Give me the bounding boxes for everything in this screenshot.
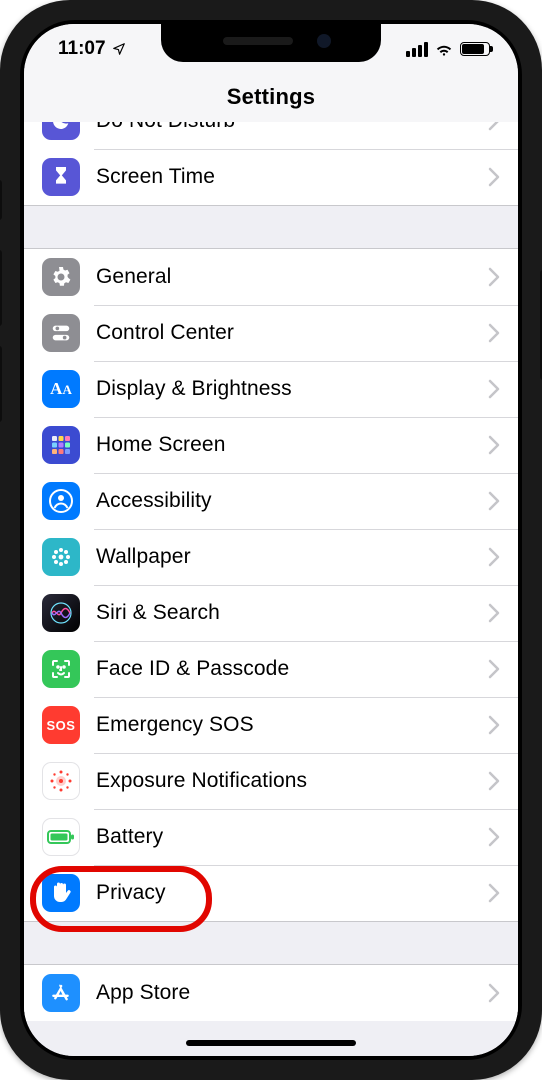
notch — [161, 24, 381, 62]
settings-row-accessibility[interactable]: Accessibility — [24, 473, 518, 529]
settings-row-siri[interactable]: Siri & Search — [24, 585, 518, 641]
settings-row-appstore[interactable]: App Store — [24, 965, 518, 1021]
settings-row-wallpaper[interactable]: Wallpaper — [24, 529, 518, 585]
settings-row-faceid[interactable]: Face ID & Passcode — [24, 641, 518, 697]
chevron-right-icon — [488, 827, 500, 847]
gear-icon — [42, 258, 80, 296]
settings-row-label: Emergency SOS — [96, 713, 488, 737]
hand-icon — [42, 874, 80, 912]
settings-row-controlcenter[interactable]: Control Center — [24, 305, 518, 361]
chevron-right-icon — [488, 883, 500, 903]
chevron-right-icon — [488, 435, 500, 455]
settings-row-screentime[interactable]: Screen Time — [24, 149, 518, 205]
settings-row-battery[interactable]: Battery — [24, 809, 518, 865]
chevron-right-icon — [488, 267, 500, 287]
settings-group: General Control Center AA Display & Brightn… — [24, 248, 518, 922]
chevron-right-icon — [488, 167, 500, 187]
home-indicator[interactable] — [186, 1040, 356, 1046]
chevron-right-icon — [488, 379, 500, 399]
flower-icon — [42, 538, 80, 576]
settings-row-label: Face ID & Passcode — [96, 657, 488, 681]
settings-row-label: Siri & Search — [96, 601, 488, 625]
settings-row-dnd[interactable]: Do Not Disturb — [24, 122, 518, 149]
location-arrow-icon — [112, 42, 126, 56]
settings-list[interactable]: Do Not Disturb Screen Time General Control … — [24, 122, 518, 1056]
settings-row-display[interactable]: AA Display & Brightness — [24, 361, 518, 417]
moon-icon — [42, 122, 80, 140]
settings-row-general[interactable]: General — [24, 249, 518, 305]
sos-icon: SOS — [42, 706, 80, 744]
battery-icon — [42, 818, 80, 856]
chevron-right-icon — [488, 983, 500, 1003]
cellular-signal-icon — [406, 42, 428, 57]
page-title: Settings — [24, 84, 518, 110]
text-aa-icon: AA — [42, 370, 80, 408]
nav-header: Settings — [24, 74, 518, 125]
chevron-right-icon — [488, 715, 500, 735]
settings-group: Do Not Disturb Screen Time — [24, 122, 518, 206]
settings-row-label: Privacy — [96, 881, 488, 905]
settings-row-label: Display & Brightness — [96, 377, 488, 401]
chevron-right-icon — [488, 122, 500, 131]
status-right — [406, 42, 490, 57]
settings-row-label: Wallpaper — [96, 545, 488, 569]
settings-row-homescreen[interactable]: Home Screen — [24, 417, 518, 473]
chevron-right-icon — [488, 323, 500, 343]
app-grid-icon — [42, 426, 80, 464]
virus-icon — [42, 762, 80, 800]
person-circle-icon — [42, 482, 80, 520]
settings-row-label: General — [96, 265, 488, 289]
status-time: 11:07 — [58, 38, 106, 60]
settings-row-label: Battery — [96, 825, 488, 849]
appstore-icon — [42, 974, 80, 1012]
face-id-icon — [42, 650, 80, 688]
chevron-right-icon — [488, 659, 500, 679]
device-bezel: 11:07 Settings Do Not — [20, 20, 522, 1060]
toggles-icon — [42, 314, 80, 352]
settings-row-label: App Store — [96, 981, 488, 1005]
settings-row-label: Accessibility — [96, 489, 488, 513]
settings-row-label: Home Screen — [96, 433, 488, 457]
settings-group: App Store — [24, 964, 518, 1021]
settings-row-label: Do Not Disturb — [96, 122, 488, 133]
settings-row-label: Control Center — [96, 321, 488, 345]
chevron-right-icon — [488, 547, 500, 567]
hourglass-icon — [42, 158, 80, 196]
siri-icon — [42, 594, 80, 632]
volume-down-button — [0, 346, 2, 422]
phone-frame: 11:07 Settings Do Not — [0, 0, 542, 1080]
chevron-right-icon — [488, 603, 500, 623]
chevron-right-icon — [488, 771, 500, 791]
screen: 11:07 Settings Do Not — [24, 24, 518, 1056]
volume-up-button — [0, 250, 2, 326]
mute-switch — [0, 180, 2, 220]
wifi-icon — [434, 42, 454, 56]
chevron-right-icon — [488, 491, 500, 511]
settings-row-exposure[interactable]: Exposure Notifications — [24, 753, 518, 809]
settings-row-privacy[interactable]: Privacy — [24, 865, 518, 921]
battery-icon — [460, 42, 490, 56]
settings-row-label: Exposure Notifications — [96, 769, 488, 793]
status-left: 11:07 — [58, 38, 126, 60]
settings-row-label: Screen Time — [96, 165, 488, 189]
settings-row-emergency[interactable]: SOS Emergency SOS — [24, 697, 518, 753]
